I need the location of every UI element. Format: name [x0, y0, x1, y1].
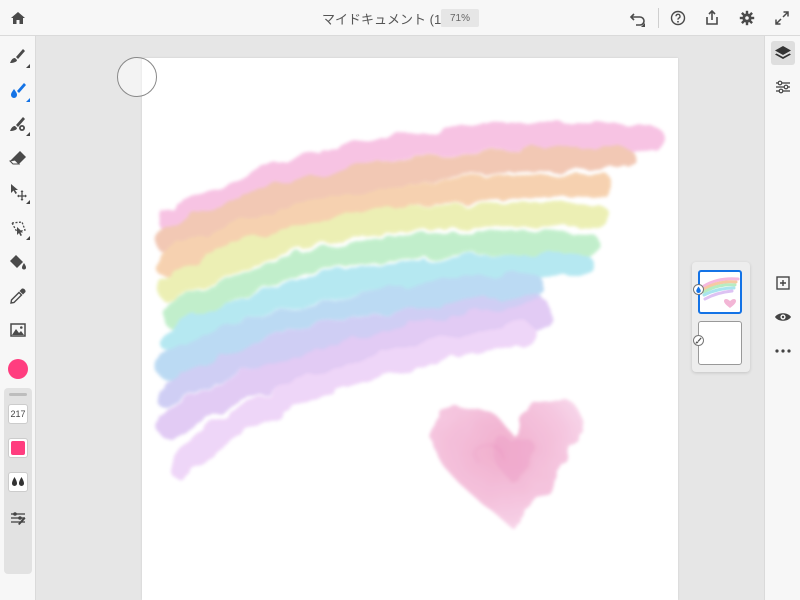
layer-preview [702, 277, 740, 308]
left-toolbar: 217 [0, 36, 36, 600]
fill-icon[interactable] [6, 250, 30, 274]
home-icon[interactable] [7, 7, 29, 29]
watercolor-layer-badge [693, 284, 704, 295]
eraser-icon[interactable] [6, 146, 30, 170]
right-toolbar [764, 36, 800, 600]
pixel-brush-icon[interactable] [6, 44, 30, 68]
brush-size-value[interactable]: 217 [8, 404, 28, 424]
layer-thumbnail-pixel[interactable] [698, 321, 742, 365]
fullscreen-icon[interactable] [771, 7, 793, 29]
drawing-canvas[interactable] [142, 58, 678, 600]
help-icon[interactable] [667, 7, 689, 29]
brush-settings-panel: 217 [4, 388, 32, 574]
layer-properties-icon[interactable] [771, 75, 795, 99]
lasso-select-icon[interactable] [6, 216, 30, 240]
share-icon[interactable] [701, 7, 723, 29]
layers-icon[interactable] [771, 41, 795, 65]
color-picker-swatch[interactable] [8, 359, 28, 379]
eyedropper-icon[interactable] [6, 284, 30, 308]
watercolor-brush-icon[interactable] [6, 78, 30, 102]
artwork [155, 123, 664, 528]
layers-panel [692, 262, 750, 372]
top-toolbar: マイドキュメント (1) 71% [0, 0, 800, 36]
undo-icon[interactable] [627, 7, 649, 29]
brush-opacity-swatch[interactable] [8, 438, 28, 458]
workspace [36, 36, 764, 600]
image-import-icon[interactable] [6, 318, 30, 342]
more-options-icon[interactable] [771, 339, 795, 363]
zoom-level[interactable]: 71% [441, 9, 479, 27]
brush-cursor [117, 57, 157, 97]
panel-drag-handle[interactable] [9, 393, 27, 396]
opacity-color-chip [11, 441, 25, 455]
brush-settings-icon[interactable] [8, 508, 28, 528]
add-layer-icon[interactable] [771, 271, 795, 295]
toolbar-divider [658, 8, 659, 28]
gear-icon[interactable] [736, 7, 758, 29]
vector-brush-icon[interactable] [6, 112, 30, 136]
pixel-layer-badge [693, 335, 704, 346]
layer-thumbnail-watercolor[interactable] [698, 270, 742, 314]
flow-water-icon[interactable] [8, 472, 28, 492]
document-title[interactable]: マイドキュメント (1) [322, 9, 446, 28]
move-icon[interactable] [6, 180, 30, 204]
visibility-eye-icon[interactable] [771, 305, 795, 329]
